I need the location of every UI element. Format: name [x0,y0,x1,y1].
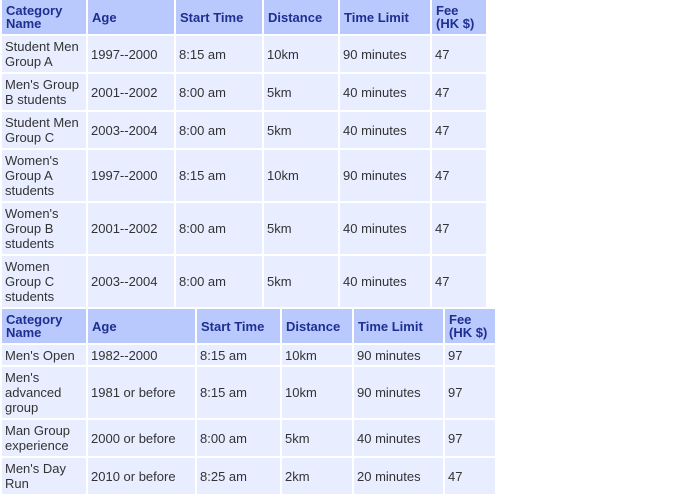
cell-age: 1981 or before [88,367,195,418]
cell-time-limit: 40 minutes [340,203,430,254]
cell-distance: 10km [264,36,338,72]
cell-category: Student Men Group C [2,112,86,148]
header-start-time: Start Time [176,0,262,34]
header-time-limit: Time Limit [354,309,443,343]
header-fee: Fee (HK $) [445,309,495,343]
cell-start-time: 8:00 am [197,420,280,456]
cell-fee: 47 [432,256,486,307]
cell-start-time: 8:15 am [197,367,280,418]
cell-age: 2000 or before [88,420,195,456]
cell-category: Women's Group A students [2,150,86,201]
cell-fee: 47 [432,36,486,72]
cell-start-time: 8:00 am [176,203,262,254]
cell-category: Men's Group B students [2,74,86,110]
cell-age: 2003--2004 [88,112,174,148]
cell-age: 2003--2004 [88,256,174,307]
cell-category: Women's Group B students [2,203,86,254]
table-row: Women's Group A students 1997--2000 8:15… [2,150,486,201]
table-row: Men's Open 1982--2000 8:15 am 10km 90 mi… [2,345,495,365]
cell-time-limit: 90 minutes [354,345,443,365]
cell-fee: 47 [432,203,486,254]
header-category-name: Category Name [2,0,86,34]
table-row: Student Men Group A 1997--2000 8:15 am 1… [2,36,486,72]
cell-fee: 47 [432,150,486,201]
cell-distance: 5km [264,203,338,254]
cell-category: Student Men Group A [2,36,86,72]
cell-distance: 10km [282,367,352,418]
cell-fee: 47 [432,74,486,110]
cell-start-time: 8:15 am [176,150,262,201]
cell-age: 2001--2002 [88,203,174,254]
table-row: Women Group C students 2003--2004 8:00 a… [2,256,486,307]
cell-start-time: 8:15 am [197,345,280,365]
cell-fee: 97 [445,345,495,365]
cell-start-time: 8:00 am [176,74,262,110]
cell-fee: 97 [445,420,495,456]
table-header-row: Category Name Age Start Time Distance Ti… [2,0,486,34]
table-row: Men's advanced group 1981 or before 8:15… [2,367,495,418]
cell-time-limit: 90 minutes [340,36,430,72]
cell-start-time: 8:00 am [176,112,262,148]
cell-distance: 5km [282,420,352,456]
cell-distance: 5km [264,256,338,307]
cell-age: 2010 or before [88,458,195,494]
header-start-time: Start Time [197,309,280,343]
cell-time-limit: 40 minutes [340,256,430,307]
table-header-row: Category Name Age Start Time Distance Ti… [2,309,495,343]
header-age: Age [88,0,174,34]
cell-age: 2001--2002 [88,74,174,110]
cell-distance: 10km [282,345,352,365]
cell-distance: 5km [264,74,338,110]
cell-time-limit: 40 minutes [340,74,430,110]
cell-age: 1982--2000 [88,345,195,365]
cell-start-time: 8:00 am [176,256,262,307]
cell-time-limit: 40 minutes [354,420,443,456]
cell-time-limit: 20 minutes [354,458,443,494]
cell-start-time: 8:15 am [176,36,262,72]
table-row: Women's Group B students 2001--2002 8:00… [2,203,486,254]
cell-fee: 47 [432,112,486,148]
cell-distance: 2km [282,458,352,494]
header-age: Age [88,309,195,343]
cell-fee: 47 [445,458,495,494]
cell-category: Men's advanced group [2,367,86,418]
table-row: Men's Day Run 2010 or before 8:25 am 2km… [2,458,495,494]
table-row: Student Men Group C 2003--2004 8:00 am 5… [2,112,486,148]
header-category-name: Category Name [2,309,86,343]
cell-distance: 5km [264,112,338,148]
header-distance: Distance [264,0,338,34]
table-row: Men's Group B students 2001--2002 8:00 a… [2,74,486,110]
cell-category: Women Group C students [2,256,86,307]
cell-time-limit: 90 minutes [354,367,443,418]
cell-age: 1997--2000 [88,36,174,72]
cell-time-limit: 40 minutes [340,112,430,148]
cell-fee: 97 [445,367,495,418]
race-category-table-1: Category Name Age Start Time Distance Ti… [0,0,488,309]
race-category-table-2: Category Name Age Start Time Distance Ti… [0,307,497,496]
cell-age: 1997--2000 [88,150,174,201]
cell-start-time: 8:25 am [197,458,280,494]
header-fee: Fee (HK $) [432,0,486,34]
cell-category: Men's Open [2,345,86,365]
table-row: Man Group experience 2000 or before 8:00… [2,420,495,456]
header-distance: Distance [282,309,352,343]
cell-distance: 10km [264,150,338,201]
cell-category: Man Group experience [2,420,86,456]
header-time-limit: Time Limit [340,0,430,34]
cell-category: Men's Day Run [2,458,86,494]
cell-time-limit: 90 minutes [340,150,430,201]
